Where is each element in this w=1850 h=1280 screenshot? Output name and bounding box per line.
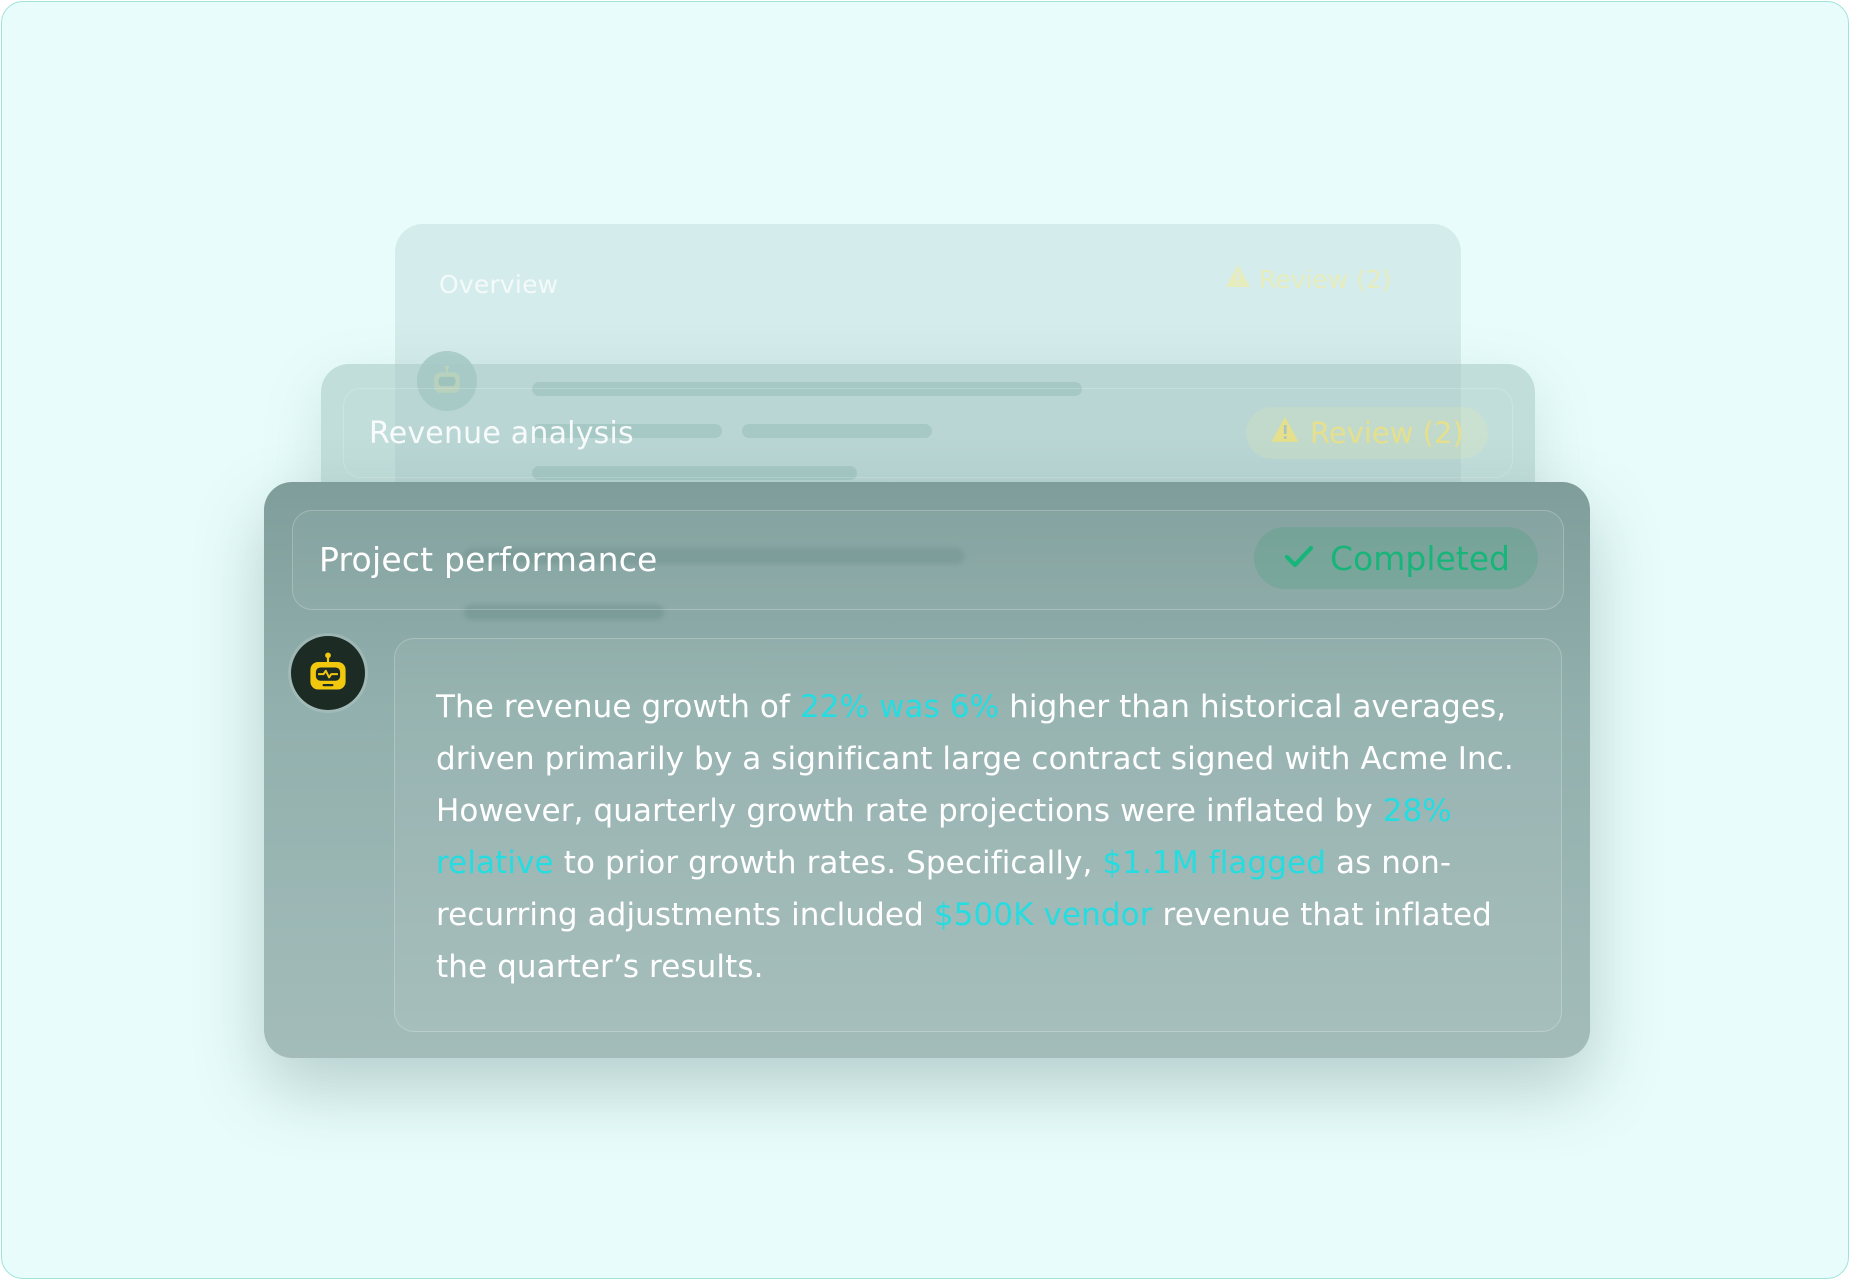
badge-label: Completed bbox=[1330, 538, 1510, 578]
completed-badge: Completed bbox=[1254, 527, 1538, 589]
card-title: Revenue analysis bbox=[369, 416, 634, 451]
warning-icon bbox=[1270, 416, 1300, 450]
card-title: Overview bbox=[439, 270, 559, 299]
highlighted-figure: $500K vendor bbox=[933, 897, 1153, 933]
review-badge: Review (2) bbox=[1246, 407, 1488, 459]
canvas: Overview Review (2) Revenue analysis Rev… bbox=[1, 1, 1849, 1279]
review-badge: Review (2) bbox=[1225, 264, 1392, 294]
message-segment: The revenue growth of bbox=[436, 689, 800, 725]
robot-icon bbox=[291, 636, 365, 710]
assistant-message: The revenue growth of 22% was 6% higher … bbox=[394, 638, 1562, 1032]
badge-label: Review (2) bbox=[1259, 264, 1392, 294]
warning-icon bbox=[1225, 264, 1251, 294]
highlighted-figure: $1.1M flagged bbox=[1102, 845, 1327, 881]
card-project-performance: Project performance Completed The revenu… bbox=[264, 482, 1590, 1058]
card-title: Project performance bbox=[319, 540, 658, 579]
message-segment: to prior growth rates. Specifically, bbox=[553, 845, 1103, 881]
message-text: The revenue growth of 22% was 6% higher … bbox=[436, 681, 1521, 993]
badge-label: Review (2) bbox=[1310, 416, 1464, 450]
check-icon bbox=[1284, 539, 1314, 578]
highlighted-figure: 22% was 6% bbox=[799, 689, 1000, 725]
